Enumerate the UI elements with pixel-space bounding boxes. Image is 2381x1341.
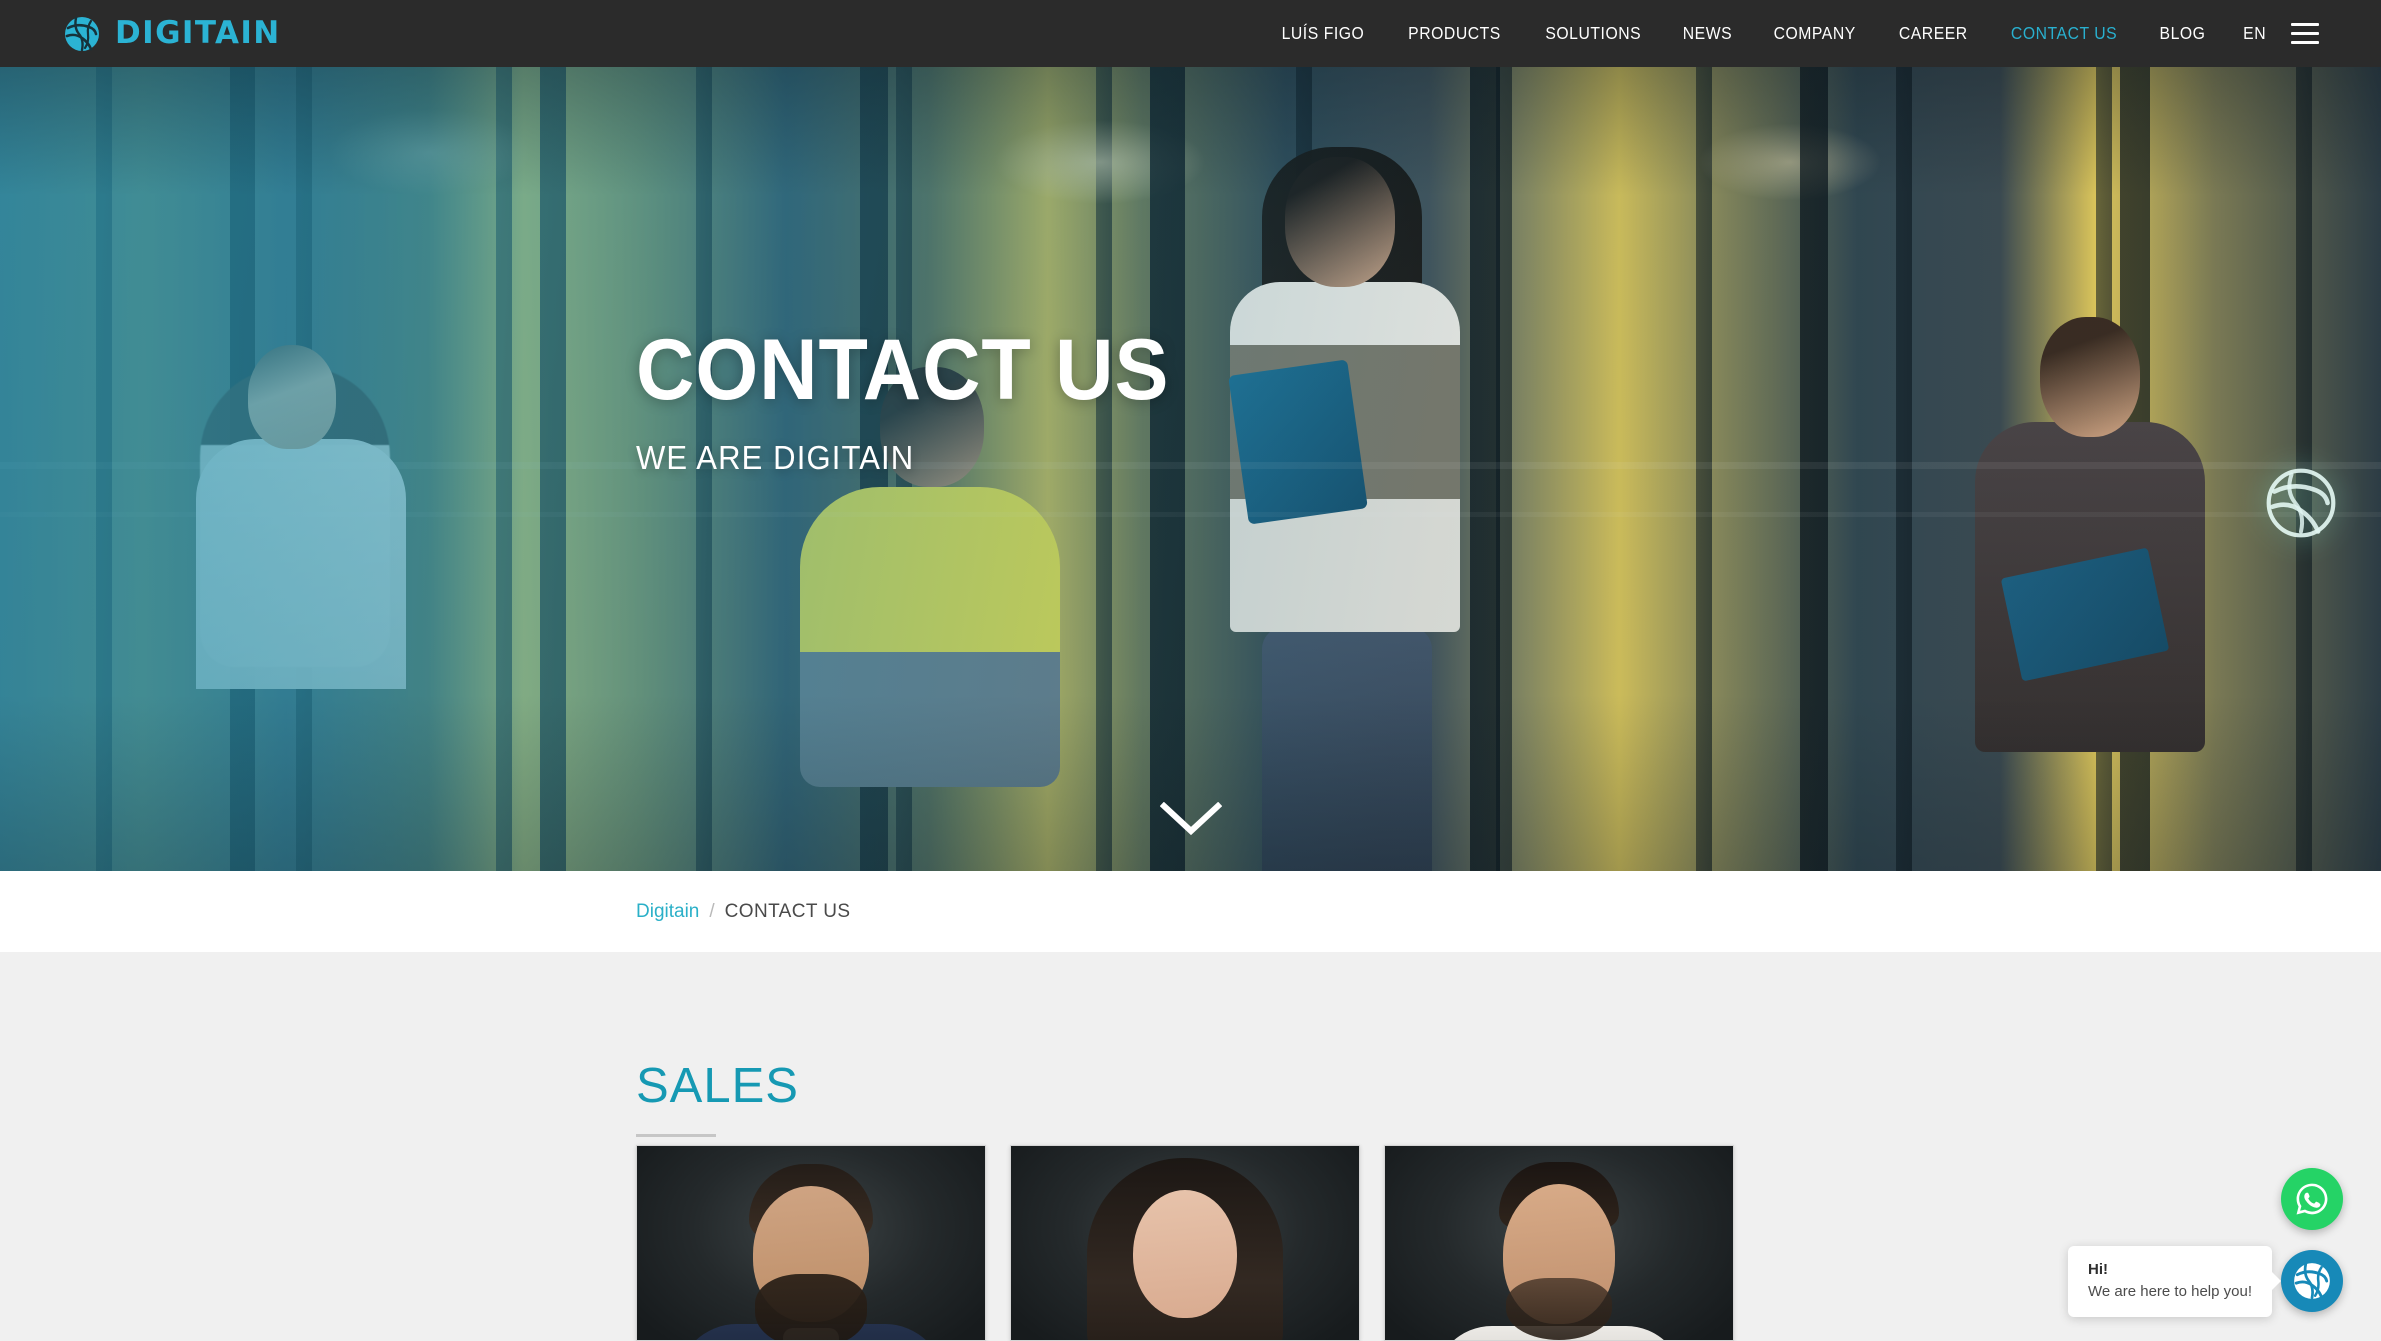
sales-team-card-list (636, 1145, 1734, 1341)
portrait-woman-long-dark-hair (1011, 1146, 1359, 1340)
hero-person-right-head (2040, 317, 2140, 437)
sales-team-card[interactable] (1384, 1145, 1734, 1341)
sales-team-card[interactable] (1010, 1145, 1360, 1341)
nav-item-career[interactable]: CAREER (1883, 23, 1982, 44)
main-navigation: LUÍS FIGO PRODUCTS SOLUTIONS NEWS COMPAN… (1260, 23, 2319, 44)
breadcrumb-bar: Digitain / CONTACT US (0, 871, 2381, 952)
chat-launcher-row: Hi! We are here to help you! (2068, 1245, 2343, 1317)
portrait-head (1133, 1190, 1237, 1318)
hero-subtitle: WE ARE DIGITAIN (636, 439, 915, 476)
hero-person-left-head (248, 345, 336, 449)
hero-person-yellow-shirt-body (800, 487, 1060, 787)
nav-item-solutions[interactable]: SOLUTIONS (1530, 23, 1656, 44)
language-switcher[interactable]: EN (2228, 23, 2280, 44)
hero-text-block: CONTACT US WE ARE DIGITAIN (636, 327, 1203, 477)
portrait-bearded-man-navy-suit (637, 1146, 985, 1340)
hero-person-standing-tablet (1228, 359, 1368, 525)
breadcrumb-home-link[interactable]: Digitain (636, 901, 699, 923)
breadcrumb-separator: / (709, 900, 715, 922)
brand-name: DIGITAIN (115, 15, 281, 51)
sales-team-card[interactable] (636, 1145, 986, 1341)
hero-person-standing-legs (1262, 627, 1432, 871)
breadcrumb-current: CONTACT US (724, 900, 851, 922)
hamburger-menu-icon[interactable] (2291, 23, 2319, 44)
breadcrumb: Digitain / CONTACT US (636, 901, 850, 923)
nav-item-blog[interactable]: BLOG (2145, 23, 2222, 44)
hamburger-bar (2291, 41, 2319, 44)
hamburger-bar (2291, 32, 2319, 35)
section-divider (636, 1134, 716, 1137)
chat-tooltip-greeting: Hi! (2088, 1260, 2108, 1278)
portrait-beard (755, 1274, 867, 1340)
page-root: DIGITAIN LUÍS FIGO PRODUCTS SOLUTIONS NE… (0, 0, 2381, 1341)
brand-logo[interactable]: DIGITAIN (62, 14, 281, 54)
sales-section: SALES (0, 952, 2381, 1341)
hero-banner: CONTACT US WE ARE DIGITAIN (0, 67, 2381, 871)
hero-title: CONTACT US (636, 322, 1170, 418)
nav-item-company[interactable]: COMPANY (1759, 23, 1872, 44)
page-title: SALES (636, 1059, 799, 1113)
chat-tooltip: Hi! We are here to help you! (2068, 1245, 2272, 1317)
hero-person-left-body (196, 439, 406, 689)
hero-person-standing-head (1285, 157, 1395, 287)
nav-item-contact-us[interactable]: CONTACT US (1996, 23, 2133, 44)
nav-item-products[interactable]: PRODUCTS (1393, 23, 1516, 44)
portrait-stubble (1506, 1278, 1612, 1340)
digitain-chat-icon[interactable] (2281, 1250, 2343, 1313)
site-header: DIGITAIN LUÍS FIGO PRODUCTS SOLUTIONS NE… (0, 0, 2381, 67)
portrait-man-white-shirt (1385, 1146, 1733, 1340)
chat-tooltip-message: We are here to help you! (2088, 1282, 2252, 1300)
hamburger-bar (2291, 23, 2319, 26)
chevron-down-icon[interactable] (1159, 802, 1222, 836)
digitain-globe-icon (65, 16, 99, 51)
nav-item-luis-figo[interactable]: LUÍS FIGO (1266, 23, 1379, 44)
chat-widget-stack: Hi! We are here to help you! (2068, 1167, 2343, 1317)
digitain-globe-watermark (2266, 468, 2336, 538)
whatsapp-icon[interactable] (2281, 1167, 2343, 1230)
nav-item-news[interactable]: NEWS (1668, 23, 1748, 44)
